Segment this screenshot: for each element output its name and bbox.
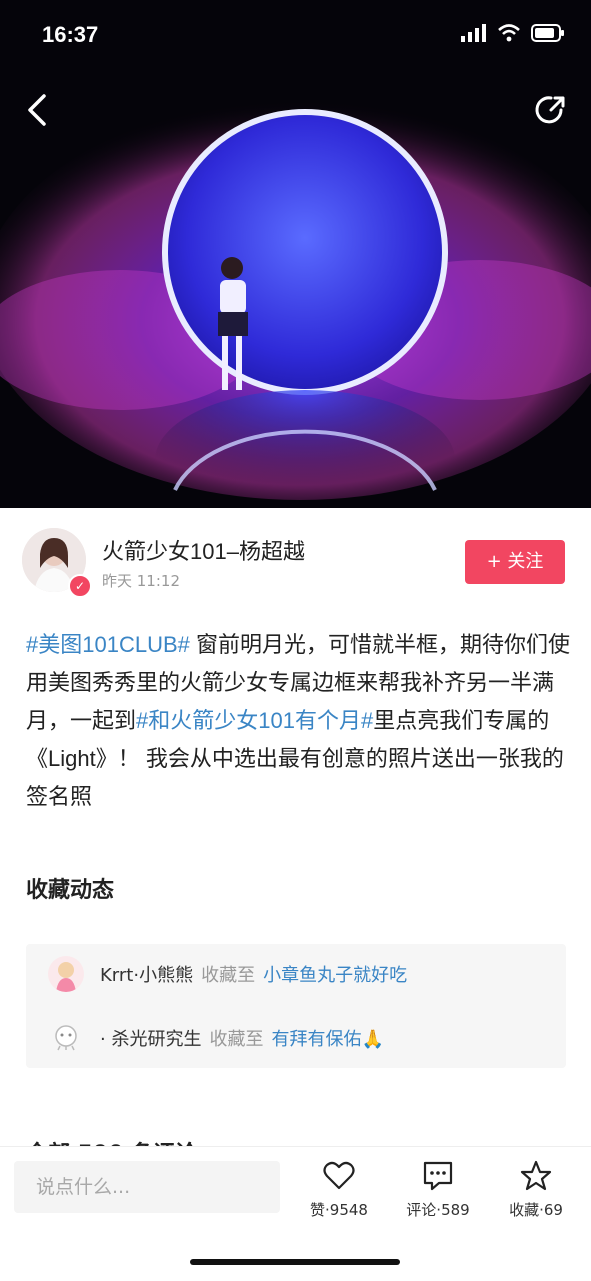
like-button[interactable]: 赞·9548: [304, 1159, 374, 1220]
comment-input[interactable]: 说点什么...: [14, 1161, 280, 1213]
collections-title: 收藏动态: [26, 878, 115, 903]
collector-avatar: [48, 956, 84, 992]
favorite-button[interactable]: 收藏·69: [501, 1159, 571, 1220]
collector-name[interactable]: Krrt·小熊熊: [100, 961, 193, 987]
comment-bubble-icon: [423, 1161, 453, 1191]
home-indicator: [190, 1259, 400, 1265]
collector-name[interactable]: · 杀光研究生: [100, 1025, 201, 1051]
like-count: 赞·9548: [310, 1201, 368, 1219]
signal-icon: [461, 24, 486, 42]
bottom-action-bar: 说点什么... 赞·9548 评论·589 收藏·69: [0, 1146, 591, 1281]
collection-item[interactable]: · 杀光研究生 收藏至 有拜有保佑🙏: [48, 1016, 384, 1060]
post-time: 昨天 11:12: [102, 572, 180, 590]
hero-image[interactable]: 16:37: [0, 0, 591, 508]
collection-folder-link[interactable]: 小章鱼丸子就好吃: [263, 961, 407, 987]
share-icon[interactable]: [531, 92, 569, 130]
status-time: 16:37: [42, 22, 99, 47]
collection-item[interactable]: Krrt·小熊熊 收藏至 小章鱼丸子就好吃: [48, 952, 407, 996]
collections-panel: Krrt·小熊熊 收藏至 小章鱼丸子就好吃 · 杀光研究生 收藏至 有拜有保佑🙏: [26, 944, 566, 1068]
hashtag-link[interactable]: #和火箭少女101有个月#: [136, 708, 373, 733]
comment-button[interactable]: 评论·589: [403, 1159, 473, 1220]
battery-icon: [531, 24, 564, 42]
author-row: ✓ 火箭少女101–杨超越 昨天 11:12 + 关注: [22, 528, 569, 600]
heart-icon: [323, 1161, 355, 1190]
hashtag-link[interactable]: #美图101CLUB#: [26, 632, 190, 657]
wifi-icon: [498, 24, 520, 42]
collect-action-text: 收藏至: [201, 965, 256, 986]
author-name[interactable]: 火箭少女101–杨超越: [102, 534, 305, 566]
collector-avatar: [48, 1020, 84, 1056]
star-icon: [520, 1160, 552, 1191]
status-bar: 16:37: [0, 0, 591, 72]
moon-stage-photo: [0, 100, 591, 508]
verified-badge-icon: ✓: [68, 574, 92, 598]
post-text: #美图101CLUB# 窗前明月光，可惜就半框，期待你们使用美图秀秀里的火箭少女…: [26, 626, 571, 816]
collect-action-text: 收藏至: [209, 1029, 264, 1050]
favorite-count: 收藏·69: [509, 1201, 563, 1219]
collection-folder-link[interactable]: 有拜有保佑🙏: [271, 1025, 383, 1051]
follow-button[interactable]: + 关注: [465, 540, 565, 584]
comment-count: 评论·589: [406, 1201, 470, 1219]
back-arrow-icon[interactable]: [22, 92, 56, 128]
